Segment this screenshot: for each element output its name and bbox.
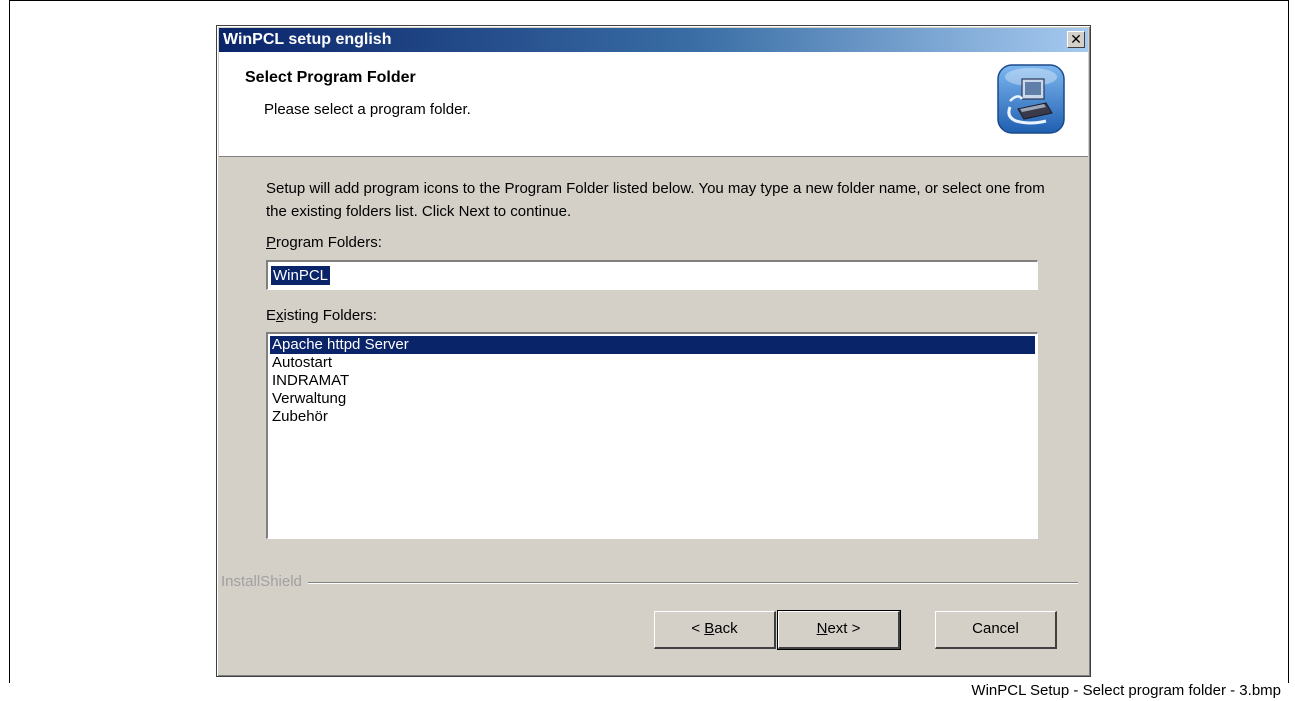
list-item-zubehoer[interactable]: Zubehör <box>270 408 1035 426</box>
branding-divider <box>221 582 1078 584</box>
list-item-apache-httpd-server[interactable]: Apache httpd Server <box>270 336 1035 354</box>
program-folder-value: WinPCL <box>271 266 331 285</box>
program-folder-input[interactable]: WinPCL <box>266 260 1038 290</box>
next-button-accel: N <box>816 620 828 637</box>
existing-folders-label-rest: isting Folders: <box>283 307 377 324</box>
list-item-verwaltung[interactable]: Verwaltung <box>270 390 1035 408</box>
page-title: Select Program Folder <box>245 69 416 86</box>
frame-top-rule <box>10 0 1288 1</box>
installshield-label: InstallShield <box>221 573 308 590</box>
close-icon: ✕ <box>1070 31 1082 47</box>
window-title: WinPCL setup english <box>223 31 392 48</box>
computer-setup-icon <box>997 64 1065 134</box>
next-button[interactable]: Next > <box>777 610 901 650</box>
list-item-autostart[interactable]: Autostart <box>270 354 1035 372</box>
program-folders-label-accel: P <box>266 234 277 251</box>
back-button[interactable]: < Back <box>654 611 776 649</box>
existing-folders-label: Existing Folders: <box>266 307 377 324</box>
wizard-header: Select Program Folder Please select a pr… <box>219 52 1088 157</box>
cancel-button[interactable]: Cancel <box>935 611 1057 649</box>
back-button-accel: B <box>704 620 715 637</box>
image-caption: WinPCL Setup - Select program folder - 3… <box>971 682 1281 699</box>
title-bar[interactable]: WinPCL setup english ✕ <box>219 28 1088 52</box>
existing-folders-label-accel: x <box>276 307 284 324</box>
back-button-prefix: < <box>691 620 705 637</box>
existing-folders-list[interactable]: Apache httpd Server Autostart INDRAMAT V… <box>266 332 1038 539</box>
instructions-text: Setup will add program icons to the Prog… <box>266 180 1045 220</box>
existing-folders-label-first: E <box>266 307 277 324</box>
list-item-indramat[interactable]: INDRAMAT <box>270 372 1035 390</box>
next-button-rest: ext > <box>827 620 861 637</box>
close-button[interactable]: ✕ <box>1067 31 1085 48</box>
back-button-rest: ack <box>714 620 738 637</box>
page-subtitle: Please select a program folder. <box>264 101 471 118</box>
program-folders-label-rest: rogram Folders: <box>276 234 382 251</box>
setup-dialog: WinPCL setup english ✕ Select Program Fo… <box>216 25 1091 677</box>
installshield-branding: InstallShield <box>221 573 1078 593</box>
program-folders-label: Program Folders: <box>266 234 382 251</box>
